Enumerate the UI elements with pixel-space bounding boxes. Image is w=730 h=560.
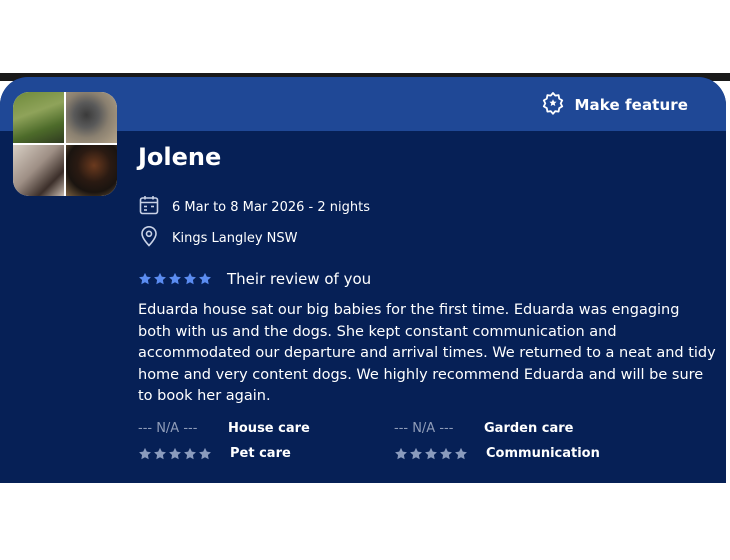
review-header: Their review of you: [138, 270, 371, 288]
pet-care-stars: [138, 447, 230, 461]
star-icon: [139, 447, 151, 459]
rating-label: Garden care: [484, 421, 574, 436]
star-badge-icon: [541, 91, 565, 119]
rating-pet-care: Pet care: [138, 446, 291, 461]
rating-garden-care: --- N/A --- Garden care: [394, 421, 573, 436]
star-icon: [395, 447, 407, 459]
star-icon: [199, 447, 211, 459]
make-feature-label: Make feature: [574, 96, 688, 114]
star-icon: [425, 447, 437, 459]
calendar-icon: [138, 194, 160, 220]
rating-value-na: --- N/A ---: [394, 421, 454, 436]
rating-communication: Communication: [394, 446, 600, 461]
review-card: Make feature Jolene 6 Mar to 8 Mar 2026 …: [0, 77, 726, 483]
star-icon: [169, 272, 181, 285]
sitter-name: Jolene: [138, 143, 222, 171]
pet-photo-collage[interactable]: [13, 92, 117, 196]
star-icon: [139, 272, 151, 285]
star-icon: [154, 447, 166, 459]
make-feature-button[interactable]: Make feature: [541, 91, 688, 119]
star-icon: [455, 447, 467, 459]
pet-photo: [66, 92, 117, 143]
star-icon: [154, 272, 166, 285]
star-icon: [184, 447, 196, 459]
pet-photo: [66, 145, 117, 196]
review-text: Eduarda house sat our big babies for the…: [138, 302, 716, 405]
star-icon: [184, 272, 196, 285]
pet-photo: [13, 145, 64, 196]
rating-value-na: --- N/A ---: [138, 421, 198, 436]
review-star-rating: [138, 272, 212, 286]
location-pin-icon: [138, 225, 160, 251]
stay-location: Kings Langley NSW: [172, 230, 298, 246]
rating-label: House care: [228, 421, 310, 436]
star-icon: [440, 447, 452, 459]
star-icon: [199, 272, 211, 285]
stay-location-row: Kings Langley NSW: [138, 225, 298, 251]
stay-dates: 6 Mar to 8 Mar 2026 - 2 nights: [172, 199, 370, 215]
review-title: Their review of you: [227, 270, 372, 288]
stay-dates-row: 6 Mar to 8 Mar 2026 - 2 nights: [138, 194, 370, 220]
rating-label: Communication: [486, 446, 600, 461]
rating-label: Pet care: [230, 446, 291, 461]
rating-house-care: --- N/A --- House care: [138, 421, 310, 436]
communication-stars: [394, 447, 486, 461]
star-icon: [169, 447, 181, 459]
pet-photo: [13, 92, 64, 143]
star-icon: [410, 447, 422, 459]
